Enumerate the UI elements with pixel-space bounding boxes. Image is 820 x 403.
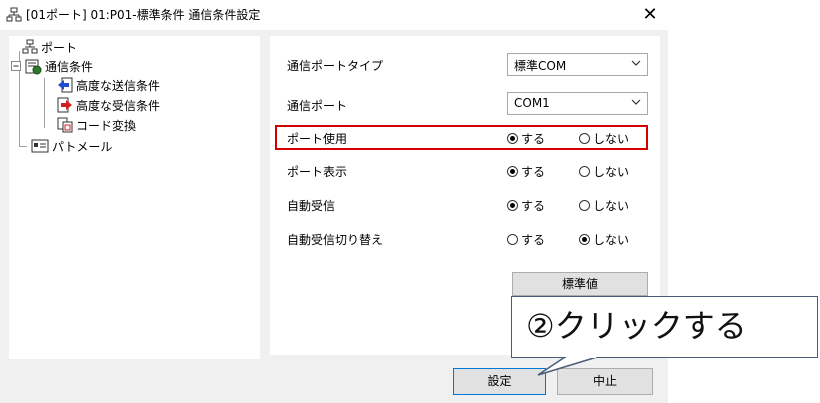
instruction-callout: ②クリックする — [511, 296, 818, 358]
radio-label: しない — [593, 233, 630, 247]
close-button[interactable]: ✕ — [636, 3, 664, 27]
port-value: COM1 — [514, 96, 550, 110]
tree-item-advanced-send[interactable]: 高度な送信条件 — [57, 76, 160, 94]
auto-receive-yes-radio[interactable]: する — [507, 197, 545, 214]
tree-item-label: 高度な受信条件 — [76, 98, 161, 113]
collapse-icon[interactable] — [11, 61, 21, 71]
radio-dot — [507, 200, 518, 211]
port-label: 通信ポート — [287, 99, 348, 113]
radio-label: しない — [593, 199, 630, 213]
settings-tree: ポート 通信条件 高度な送信条件 高度な受信条件 コード変換 パトメール — [9, 36, 260, 359]
radio-label: する — [521, 233, 546, 247]
default-values-button[interactable]: 標準値 — [512, 272, 648, 296]
comm-settings-icon — [25, 59, 42, 74]
port-type-select[interactable]: 標準COM — [507, 53, 648, 76]
port-display-no-radio[interactable]: しない — [579, 163, 629, 180]
radio-dot — [507, 166, 518, 177]
tree-item-advanced-receive[interactable]: 高度な受信条件 — [57, 96, 160, 114]
code-convert-icon — [57, 117, 73, 133]
close-icon: ✕ — [642, 4, 658, 25]
network-icon — [22, 39, 38, 54]
auto-receive-label: 自動受信 — [287, 199, 336, 213]
tree-item-label: 通信条件 — [45, 59, 94, 74]
port-select[interactable]: COM1 — [507, 92, 648, 115]
tree-connector — [44, 78, 45, 128]
mail-card-icon — [31, 139, 49, 153]
send-icon — [58, 77, 73, 93]
title-bar: [01ポート] 01:P01-標準条件 通信条件設定 ✕ — [0, 0, 668, 30]
radio-dot — [579, 200, 590, 211]
tree-item-code-convert[interactable]: コード変換 — [57, 116, 136, 134]
receive-icon — [57, 97, 72, 113]
radio-dot — [579, 234, 590, 245]
tree-item-port[interactable]: ポート — [22, 38, 77, 56]
port-display-yes-radio[interactable]: する — [507, 163, 545, 180]
chevron-down-icon — [631, 99, 641, 105]
auto-receive-switch-yes-radio[interactable]: する — [507, 231, 545, 248]
port-type-value: 標準COM — [514, 59, 567, 73]
auto-receive-switch-no-radio[interactable]: しない — [579, 231, 629, 248]
window-title: [01ポート] 01:P01-標準条件 通信条件設定 — [26, 8, 261, 22]
cancel-button[interactable]: 中止 — [557, 368, 653, 395]
auto-receive-switch-label: 自動受信切り替え — [287, 233, 384, 247]
auto-receive-no-radio[interactable]: しない — [579, 197, 629, 214]
port-type-label: 通信ポートタイプ — [287, 59, 384, 73]
radio-dot — [579, 166, 590, 177]
port-display-label: ポート表示 — [287, 165, 348, 179]
radio-dot — [507, 234, 518, 245]
radio-label: しない — [593, 165, 630, 179]
tree-item-label: パトメール — [52, 139, 113, 154]
radio-label: する — [521, 199, 546, 213]
chevron-down-icon — [631, 60, 641, 66]
network-icon — [6, 7, 22, 22]
tree-connector — [19, 146, 27, 147]
apply-button[interactable]: 設定 — [453, 368, 546, 395]
port-use-highlight — [275, 125, 648, 150]
tree-item-label: 高度な送信条件 — [76, 78, 161, 93]
radio-label: する — [521, 165, 546, 179]
tree-item-label: ポート — [41, 40, 78, 55]
tree-item-comm-settings[interactable]: 通信条件 — [11, 57, 93, 75]
tree-item-label: コード変換 — [76, 118, 137, 133]
tree-item-patmail[interactable]: パトメール — [31, 137, 112, 155]
